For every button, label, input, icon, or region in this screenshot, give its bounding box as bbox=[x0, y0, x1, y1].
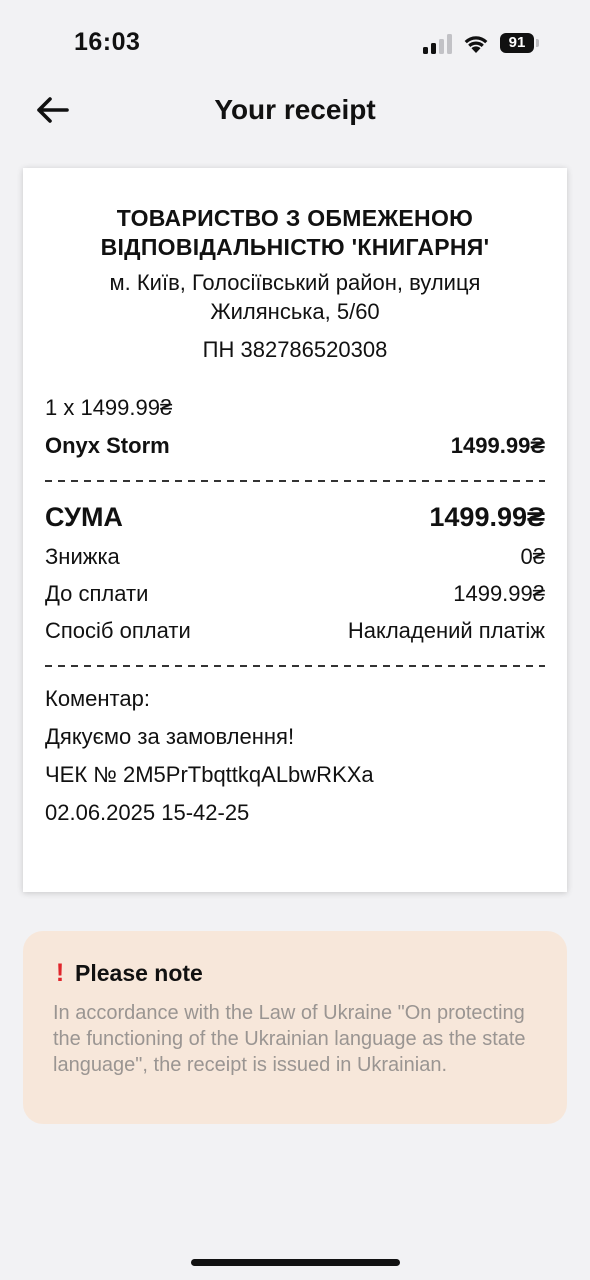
note-title: Please note bbox=[75, 960, 203, 986]
cellular-signal-icon bbox=[423, 34, 453, 54]
company-name: ТОВАРИСТВО З ОБМЕЖЕНОЮ ВІДПОВІДАЛЬНІСТЮ … bbox=[100, 205, 490, 260]
item-row: Onyx Storm 1499.99₴ bbox=[45, 432, 545, 460]
payment-method-row: Спосіб оплати Накладений платіж bbox=[45, 617, 545, 645]
dashed-divider bbox=[45, 665, 545, 667]
discount-row: Знижка 0₴ bbox=[45, 543, 545, 571]
header: Your receipt bbox=[0, 80, 590, 140]
note-text: In accordance with the Law of Ukraine "O… bbox=[53, 1002, 526, 1076]
dashed-divider bbox=[45, 480, 545, 482]
receipt-card: ТОВАРИСТВО З ОБМЕЖЕНОЮ ВІДПОВІДАЛЬНІСТЮ … bbox=[23, 168, 567, 892]
page-title: Your receipt bbox=[214, 94, 376, 125]
item-total: 1499.99₴ bbox=[450, 433, 545, 458]
home-indicator[interactable] bbox=[191, 1259, 400, 1266]
payment-method-label: Спосіб оплати bbox=[45, 618, 191, 643]
to-pay-value: 1499.99₴ bbox=[453, 581, 545, 606]
item-quantity-price: 1 x 1499.99₴ bbox=[45, 395, 173, 420]
sum-value: 1499.99₴ bbox=[429, 502, 545, 532]
status-bar: 16:03 91 bbox=[0, 0, 590, 88]
sum-label: СУМА bbox=[45, 502, 123, 532]
check-number: ЧЕК № 2M5PrTbqttkqALbwRKXa bbox=[45, 762, 374, 787]
to-pay-label: До сплати bbox=[45, 581, 149, 606]
tax-id: ПН 382786520308 bbox=[202, 337, 388, 362]
note-heading: ! Please note bbox=[53, 959, 537, 988]
discount-label: Знижка bbox=[45, 544, 120, 569]
thanks-message: Дякуємо за замовлення! bbox=[45, 724, 295, 749]
payment-method-value: Накладений платіж bbox=[347, 618, 545, 643]
battery-cap bbox=[536, 39, 539, 47]
receipt-screen: 16:03 91 Your receipt ТОВАРИСТВО З ОБМЕЖ… bbox=[0, 0, 590, 1280]
wifi-icon bbox=[464, 36, 488, 53]
receipt-datetime: 02.06.2025 15-42-25 bbox=[45, 800, 250, 825]
status-time: 16:03 bbox=[74, 28, 141, 56]
discount-value: 0₴ bbox=[520, 544, 545, 569]
item-name: Onyx Storm bbox=[45, 433, 170, 458]
company-address: м. Київ, Голосіївський район, вулиця Жил… bbox=[109, 270, 481, 324]
language-note: ! Please note In accordance with the Law… bbox=[23, 931, 567, 1124]
to-pay-row: До сплати 1499.99₴ bbox=[45, 580, 545, 608]
exclamation-icon: ! bbox=[55, 959, 65, 987]
battery-icon: 91 bbox=[500, 33, 534, 53]
comment-label: Коментар: bbox=[45, 686, 150, 711]
sum-row: СУМА 1499.99₴ bbox=[45, 500, 545, 534]
